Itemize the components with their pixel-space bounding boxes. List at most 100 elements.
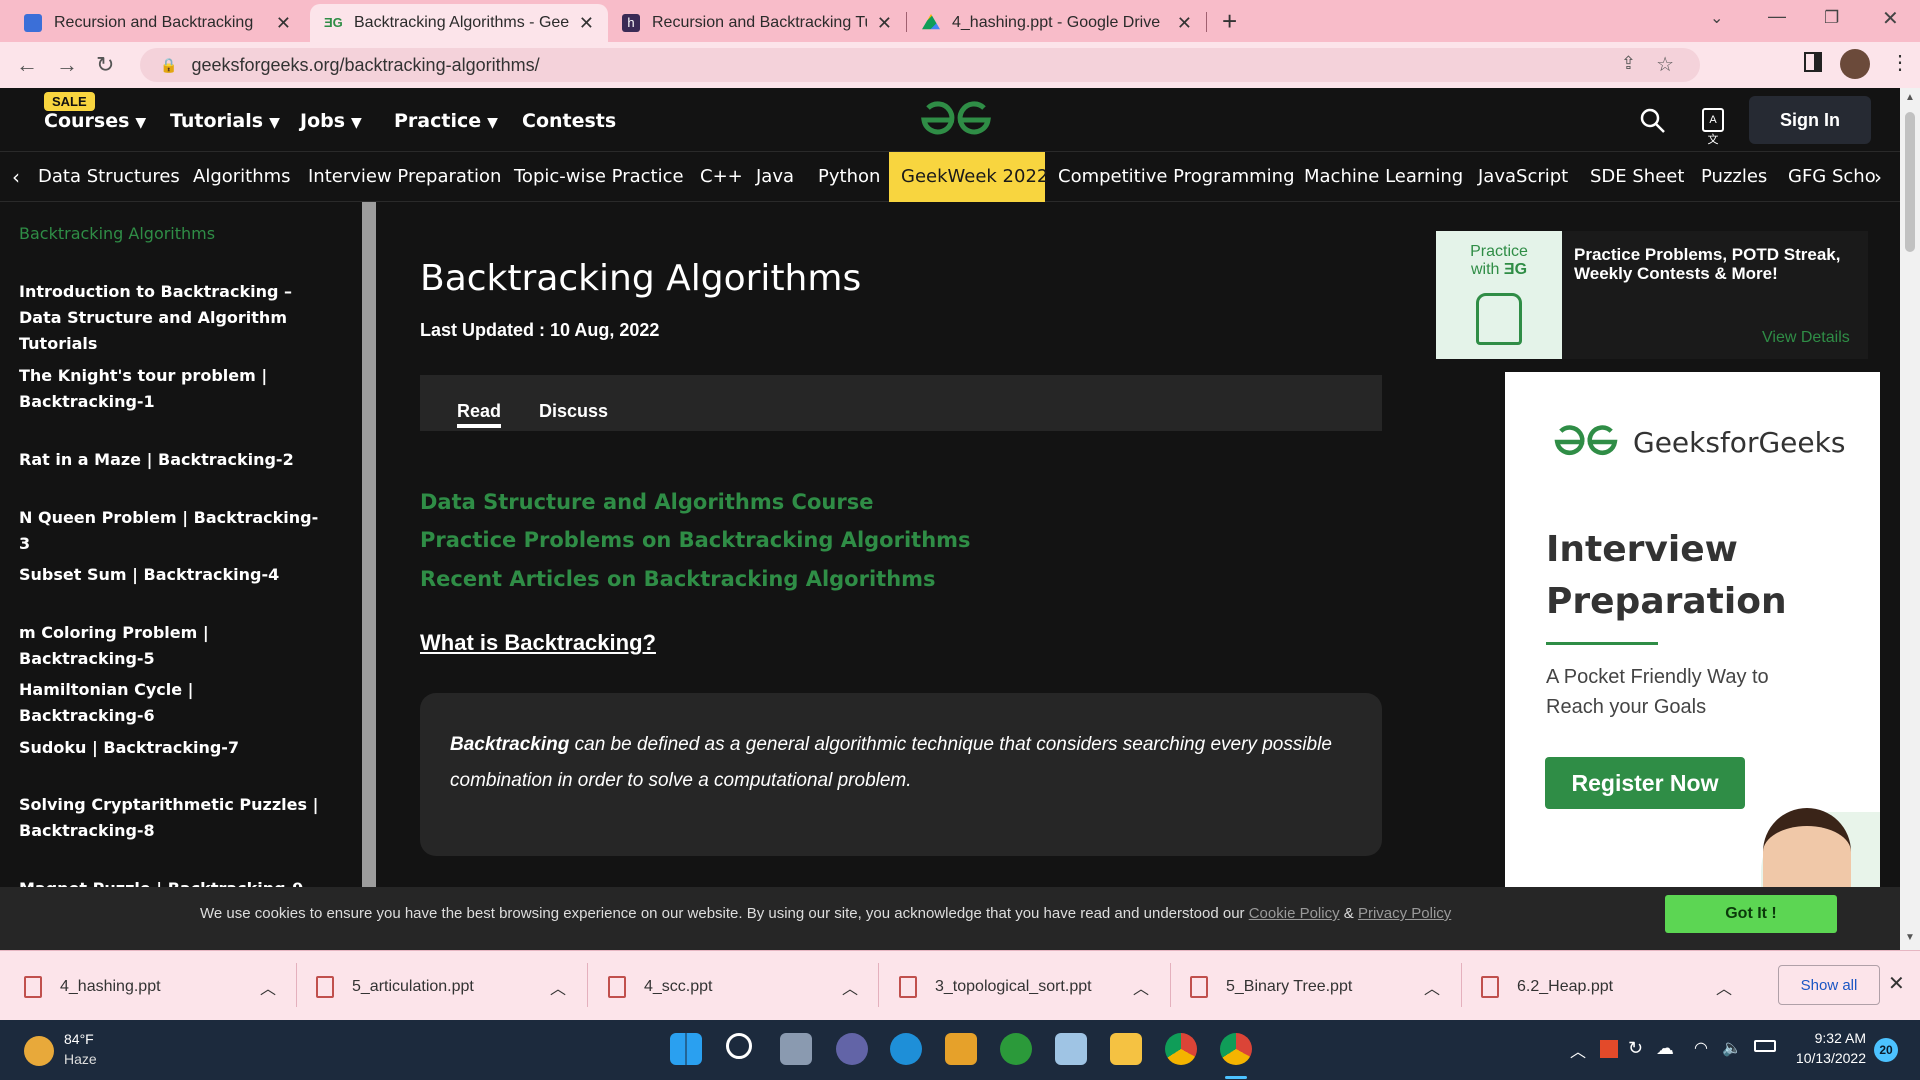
sidebar-item[interactable]: Introduction to Backtracking – Data Stru… xyxy=(19,279,319,357)
sidebar-item[interactable]: N Queen Problem | Backtracking-3 xyxy=(19,505,319,557)
nav-contests[interactable]: Contests xyxy=(522,110,616,132)
sync-icon[interactable]: ↻ xyxy=(1628,1038,1643,1059)
download-item[interactable]: 3_topological_sort.ppt xyxy=(899,973,1092,1001)
edge-browser-icon[interactable] xyxy=(890,1033,922,1065)
download-item[interactable]: 6.2_Heap.ppt xyxy=(1481,973,1613,1001)
chrome-icon[interactable] xyxy=(1165,1033,1197,1065)
category-competitive-programming[interactable]: Competitive Programming xyxy=(1058,152,1295,202)
tray-chevron-icon[interactable]: ︿ xyxy=(1570,1038,1586,1062)
sign-in-button[interactable]: Sign In xyxy=(1749,96,1871,144)
sidebar-item[interactable]: m Coloring Problem | Backtracking-5 xyxy=(19,620,319,672)
nav-jobs[interactable]: Jobs ▼ xyxy=(300,110,362,132)
windows-start-icon[interactable] xyxy=(670,1033,702,1065)
recent-articles-link[interactable]: Recent Articles on Backtracking Algorith… xyxy=(420,567,936,591)
notification-badge[interactable]: 20 xyxy=(1874,1038,1898,1062)
search-taskbar-icon[interactable] xyxy=(726,1033,752,1059)
nav-courses[interactable]: Courses ▼ xyxy=(44,110,146,132)
microsoft-store-icon[interactable] xyxy=(945,1033,977,1065)
sidebar-item-active[interactable]: Backtracking Algorithms xyxy=(19,221,319,247)
volume-icon[interactable]: 🔈 xyxy=(1722,1038,1742,1058)
gfg-logo-icon[interactable] xyxy=(918,100,994,140)
register-now-button[interactable]: Register Now xyxy=(1545,757,1745,809)
category-python[interactable]: Python xyxy=(818,152,880,202)
browser-tab-active[interactable]: ƎG Backtracking Algorithms - GeeksforGee… xyxy=(310,4,608,42)
practice-card[interactable]: Practice with ƎG Practice Problems, POTD… xyxy=(1436,231,1868,359)
browser-tab[interactable]: Recursion and Backtracking ✕ xyxy=(10,4,305,42)
close-tab-icon[interactable]: ✕ xyxy=(877,13,892,34)
address-bar[interactable]: 🔒 geeksforgeeks.org/backtracking-algorit… xyxy=(140,48,1700,82)
category-javascript[interactable]: JavaScript xyxy=(1478,152,1568,202)
teams-chat-icon[interactable] xyxy=(836,1033,868,1065)
share-icon[interactable]: ⇪ xyxy=(1621,53,1636,74)
download-item[interactable]: 4_scc.ppt xyxy=(608,973,712,1001)
sidebar-item[interactable]: Rat in a Maze | Backtracking-2 xyxy=(19,447,319,473)
profile-avatar[interactable] xyxy=(1840,49,1870,79)
ad-panel[interactable]: GeeksforGeeks Interview Preparation A Po… xyxy=(1505,372,1880,888)
category-data-structures[interactable]: Data Structures xyxy=(38,152,180,202)
category-puzzles[interactable]: Puzzles xyxy=(1701,152,1767,202)
reload-icon[interactable]: ↻ xyxy=(96,52,114,78)
chrome-profile-icon[interactable] xyxy=(1220,1033,1252,1065)
course-link[interactable]: Data Structure and Algorithms Course xyxy=(420,490,873,514)
nav-tutorials[interactable]: Tutorials ▼ xyxy=(170,110,280,132)
sidebar-item[interactable]: The Knight's tour problem | Backtracking… xyxy=(19,363,319,415)
chevron-up-icon[interactable]: ︿ xyxy=(842,973,858,1001)
sidebar-item[interactable]: Solving Cryptarithmetic Puzzles | Backtr… xyxy=(19,792,319,844)
chevron-up-icon[interactable]: ︿ xyxy=(1716,973,1732,1001)
chevron-up-icon[interactable]: ︿ xyxy=(1424,973,1440,1001)
sidebar-item[interactable]: Subset Sum | Backtracking-4 xyxy=(19,562,319,588)
wifi-icon[interactable]: ◠ xyxy=(1694,1038,1708,1058)
tab-discuss[interactable]: Discuss xyxy=(539,401,608,422)
cookie-policy-link[interactable]: Cookie Policy xyxy=(1249,905,1340,922)
tab-search-chevron-icon[interactable]: ⌄ xyxy=(1710,8,1723,28)
scrollbar-thumb[interactable] xyxy=(1905,112,1915,252)
bookmark-star-icon[interactable]: ☆ xyxy=(1656,52,1674,77)
tab-read[interactable]: Read xyxy=(457,401,502,428)
category-machine-learning[interactable]: Machine Learning xyxy=(1304,152,1463,202)
nav-practice[interactable]: Practice ▼ xyxy=(394,110,498,132)
close-tab-icon[interactable]: ✕ xyxy=(1177,13,1192,34)
back-arrow-icon[interactable]: ← xyxy=(16,52,38,78)
clock-date[interactable]: 10/13/2022 xyxy=(1790,1050,1866,1066)
view-details-link[interactable]: View Details xyxy=(1762,329,1850,347)
show-all-button[interactable]: Show all xyxy=(1778,965,1880,1005)
sidebar-item[interactable]: Hamiltonian Cycle | Backtracking-6 xyxy=(19,677,319,729)
category-sde-sheet[interactable]: SDE Sheet xyxy=(1590,152,1684,202)
download-item[interactable]: 4_hashing.ppt xyxy=(24,973,161,1001)
search-icon[interactable] xyxy=(1640,108,1666,134)
forward-arrow-icon[interactable]: → xyxy=(56,52,78,78)
translate-icon[interactable]: A文 xyxy=(1702,108,1724,146)
photos-icon[interactable] xyxy=(1055,1033,1087,1065)
minimize-icon[interactable]: — xyxy=(1768,6,1786,27)
category-interview-preparation[interactable]: Interview Preparation xyxy=(308,152,501,202)
category-cpp[interactable]: C++ xyxy=(700,152,743,202)
file-explorer-icon[interactable] xyxy=(1110,1033,1142,1065)
clock-time[interactable]: 9:32 AM xyxy=(1796,1030,1866,1046)
cloud-icon[interactable]: ☁ xyxy=(1656,1038,1674,1059)
side-panel-icon[interactable] xyxy=(1804,52,1822,72)
close-downloads-icon[interactable]: ✕ xyxy=(1888,971,1905,996)
chevron-up-icon[interactable]: ︿ xyxy=(1133,973,1149,1001)
got-it-button[interactable]: Got It ! xyxy=(1665,895,1837,933)
page-scrollbar[interactable]: ▲ ▼ xyxy=(1900,88,1920,950)
battery-icon[interactable] xyxy=(1754,1040,1776,1052)
scroll-down-icon[interactable]: ▼ xyxy=(1905,932,1915,943)
close-tab-icon[interactable]: ✕ xyxy=(276,13,291,34)
category-gfg-school[interactable]: GFG Scho xyxy=(1788,152,1880,202)
category-algorithms[interactable]: Algorithms xyxy=(193,152,291,202)
browser-tab[interactable]: h Recursion and Backtracking Tutorial ✕ xyxy=(608,4,906,42)
scroll-left-chevron-icon[interactable]: ‹ xyxy=(12,152,20,202)
tray-app-icon[interactable] xyxy=(1600,1040,1618,1058)
download-item[interactable]: 5_Binary Tree.ppt xyxy=(1190,973,1352,1001)
sidebar-item[interactable]: Sudoku | Backtracking-7 xyxy=(19,735,319,761)
close-tab-icon[interactable]: ✕ xyxy=(579,13,594,34)
chevron-up-icon[interactable]: ︿ xyxy=(260,973,276,1001)
task-view-icon[interactable] xyxy=(780,1033,812,1065)
privacy-policy-link[interactable]: Privacy Policy xyxy=(1358,905,1451,922)
new-tab-button[interactable]: + xyxy=(1222,6,1237,37)
sidebar-scrollbar[interactable] xyxy=(362,202,376,888)
practice-link[interactable]: Practice Problems on Backtracking Algori… xyxy=(420,528,971,552)
category-topic-wise-practice[interactable]: Topic-wise Practice xyxy=(514,152,684,202)
chevron-up-icon[interactable]: ︿ xyxy=(550,973,566,1001)
more-menu-icon[interactable]: ⋮ xyxy=(1890,50,1910,75)
